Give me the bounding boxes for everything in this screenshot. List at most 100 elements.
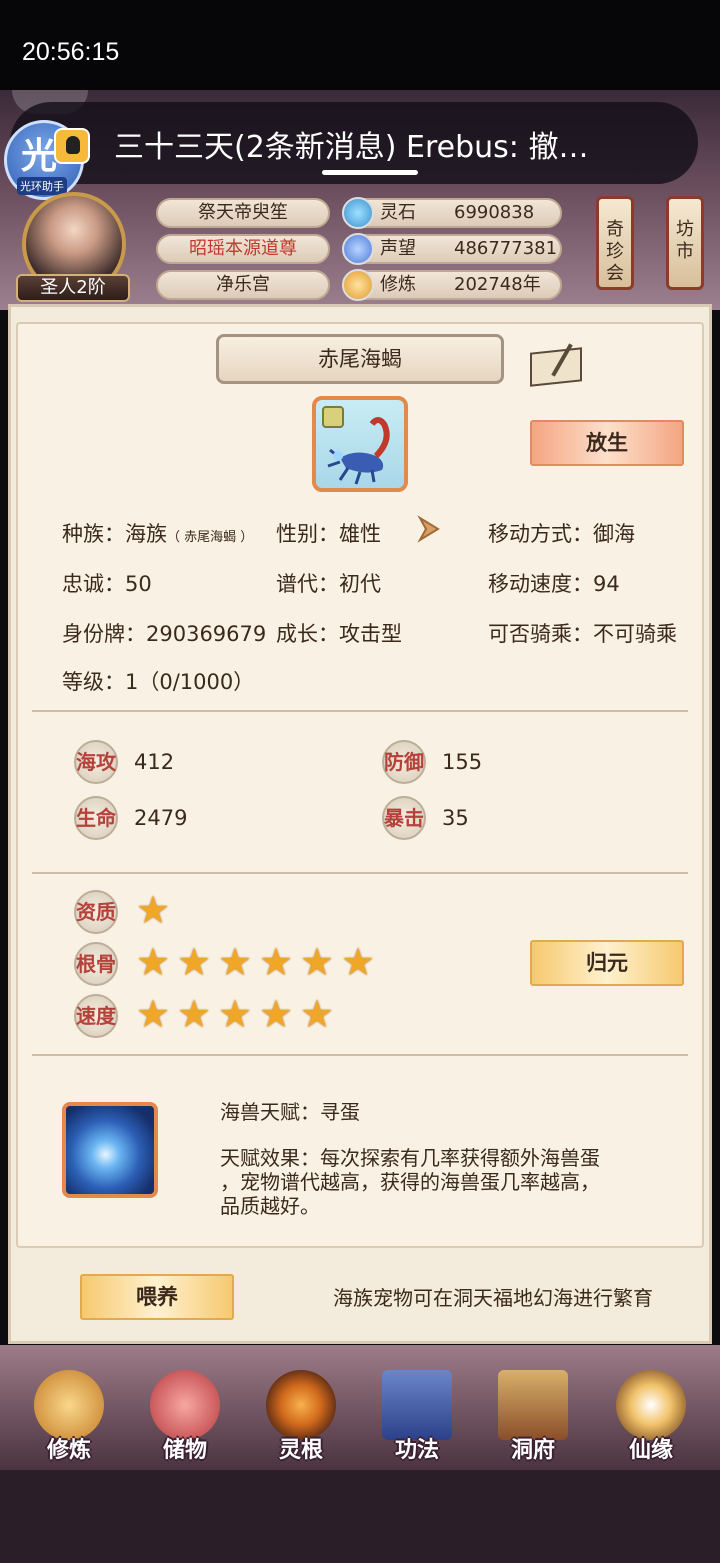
- attr-value: 海族: [125, 522, 167, 546]
- attr-loyalty: 忠诚：50: [62, 568, 152, 598]
- nav-cultivate[interactable]: 修炼: [14, 1360, 124, 1463]
- technique-book-icon: [382, 1370, 452, 1440]
- attr-move-type: 移动方式：御海: [488, 518, 635, 548]
- nav-label: 修炼: [46, 1438, 91, 1463]
- nav-technique[interactable]: 功法: [362, 1360, 472, 1463]
- player-title-2[interactable]: 昭瑶本源道尊: [156, 234, 330, 264]
- expand-arrow-icon[interactable]: [414, 514, 444, 544]
- talent-effect-line-3: 品质越好。: [220, 1194, 320, 1218]
- star-icon: ★: [218, 940, 253, 984]
- notification-text: 三十三天(2条新消息) Erebus: 撤…: [114, 130, 589, 165]
- attr-value: 雄性: [339, 522, 381, 546]
- reset-button[interactable]: 归元: [530, 940, 684, 986]
- spirit-root-icon: [266, 1370, 336, 1440]
- divider: [32, 872, 688, 874]
- player-sect[interactable]: 净乐宫: [156, 270, 330, 300]
- spirit-stone-icon: [342, 197, 374, 229]
- attr-key: 成长：: [276, 622, 339, 646]
- nav-label: 储物: [162, 1438, 207, 1463]
- attr-key: 性别：: [276, 522, 339, 546]
- stat-spirit-stone: 灵石 6990838: [342, 197, 562, 229]
- sea-attack-value: 412: [134, 750, 175, 774]
- stat-prestige: 声望 486777381: [342, 233, 562, 265]
- attr-id-tag: 身份牌：290369679: [62, 618, 266, 648]
- attr-move-speed: 移动速度：94: [488, 568, 620, 598]
- star-icon: ★: [136, 888, 171, 932]
- notification-handle: [322, 170, 418, 175]
- bone-stars: ★ ★ ★ ★ ★ ★: [136, 940, 378, 984]
- nav-storage[interactable]: 储物: [130, 1360, 240, 1463]
- attr-key: 忠诚：: [62, 572, 125, 596]
- attr-race: 种族：海族（ 赤尾海蝎 ）: [62, 518, 253, 548]
- star-icon: ★: [177, 940, 212, 984]
- talent-effect-line-2: ，宠物谱代越高，获得的海兽蛋几率越高，: [220, 1170, 600, 1194]
- helper-glyph: 光: [21, 136, 58, 177]
- player-title-1[interactable]: 祭天帝臾笙: [156, 198, 330, 228]
- cultivation-icon: [342, 269, 374, 301]
- crit-badge: 暴击: [382, 796, 426, 840]
- attr-growth: 成长：攻击型: [276, 618, 402, 648]
- attr-key: 移动速度：: [488, 572, 593, 596]
- star-icon: ★: [136, 940, 171, 984]
- pet-name-banner: 赤尾海蝎: [216, 334, 504, 384]
- storage-bag-icon: [150, 1370, 220, 1440]
- attr-value: 290369679: [146, 622, 267, 646]
- attr-value: 50: [125, 572, 152, 596]
- attr-level: 等级：1（0/1000）: [62, 666, 254, 696]
- attr-key: 等级：: [62, 670, 125, 694]
- status-time: 20:56:15: [22, 38, 120, 66]
- attr-key: 移动方式：: [488, 522, 593, 546]
- star-icon: ★: [300, 992, 335, 1036]
- meditation-icon: [34, 1370, 104, 1440]
- health-badge: 生命: [74, 796, 118, 840]
- stat-cultivation: 修炼 202748年: [342, 269, 562, 301]
- attr-key: 谱代：: [276, 572, 339, 596]
- treasure-fair-button[interactable]: 奇珍会: [596, 196, 634, 290]
- stat-label: 灵石: [380, 202, 416, 223]
- breeding-tip: 海族宠物可在洞天福地幻海进行繁育: [333, 1286, 653, 1310]
- stat-label: 修炼: [380, 274, 416, 295]
- pet-portrait[interactable]: [312, 396, 408, 492]
- stat-value: 202748年: [454, 274, 541, 295]
- attr-key: 可否骑乘：: [488, 622, 593, 646]
- star-icon: ★: [341, 940, 376, 984]
- system-nav-bar: [0, 1470, 720, 1563]
- defense-value: 155: [442, 750, 483, 774]
- attr-key: 身份牌：: [62, 622, 146, 646]
- attr-key: 种族：: [62, 522, 125, 546]
- attr-value: 94: [593, 572, 620, 596]
- talent-name: 海兽天赋：寻蛋: [220, 1100, 360, 1124]
- star-icon: ★: [300, 940, 335, 984]
- divider: [32, 1054, 688, 1056]
- attr-generation: 谱代：初代: [276, 568, 381, 598]
- status-bar: 20:56:15: [0, 0, 720, 100]
- attr-value: 御海: [593, 522, 635, 546]
- speed-stars: ★ ★ ★ ★ ★: [136, 992, 337, 1036]
- attr-value: 初代: [339, 572, 381, 596]
- nav-cave[interactable]: 洞府: [478, 1360, 588, 1463]
- aptitude-stars: ★: [136, 888, 173, 932]
- release-button[interactable]: 放生: [530, 420, 684, 466]
- attr-value: 不可骑乘: [593, 622, 677, 646]
- stat-value: 6990838: [454, 202, 535, 223]
- attr-sub: （ 赤尾海蝎 ）: [167, 530, 254, 545]
- star-icon: ★: [259, 992, 294, 1036]
- nav-spirit-root[interactable]: 灵根: [246, 1360, 356, 1463]
- feed-button[interactable]: 喂养: [80, 1274, 234, 1320]
- market-button[interactable]: 坊市: [666, 196, 704, 290]
- immortal-fate-icon: [616, 1370, 686, 1440]
- notification-banner[interactable]: 三十三天(2条新消息) Erebus: 撤…: [10, 102, 698, 184]
- nav-fate[interactable]: 仙缘: [596, 1360, 706, 1463]
- prestige-icon: [342, 233, 374, 265]
- nav-label: 功法: [394, 1438, 439, 1463]
- attr-rideable: 可否骑乘：不可骑乘: [488, 618, 677, 648]
- nav-label: 洞府: [510, 1438, 555, 1463]
- star-icon: ★: [177, 992, 212, 1036]
- bone-badge: 根骨: [74, 942, 118, 986]
- stat-value: 486777381: [454, 238, 558, 259]
- player-rank: 圣人2阶: [16, 274, 130, 302]
- aptitude-badge: 资质: [74, 890, 118, 934]
- helper-label: 光环助手: [17, 177, 67, 195]
- talent-icon[interactable]: [62, 1102, 158, 1198]
- pet-handbook-icon[interactable]: [530, 342, 580, 382]
